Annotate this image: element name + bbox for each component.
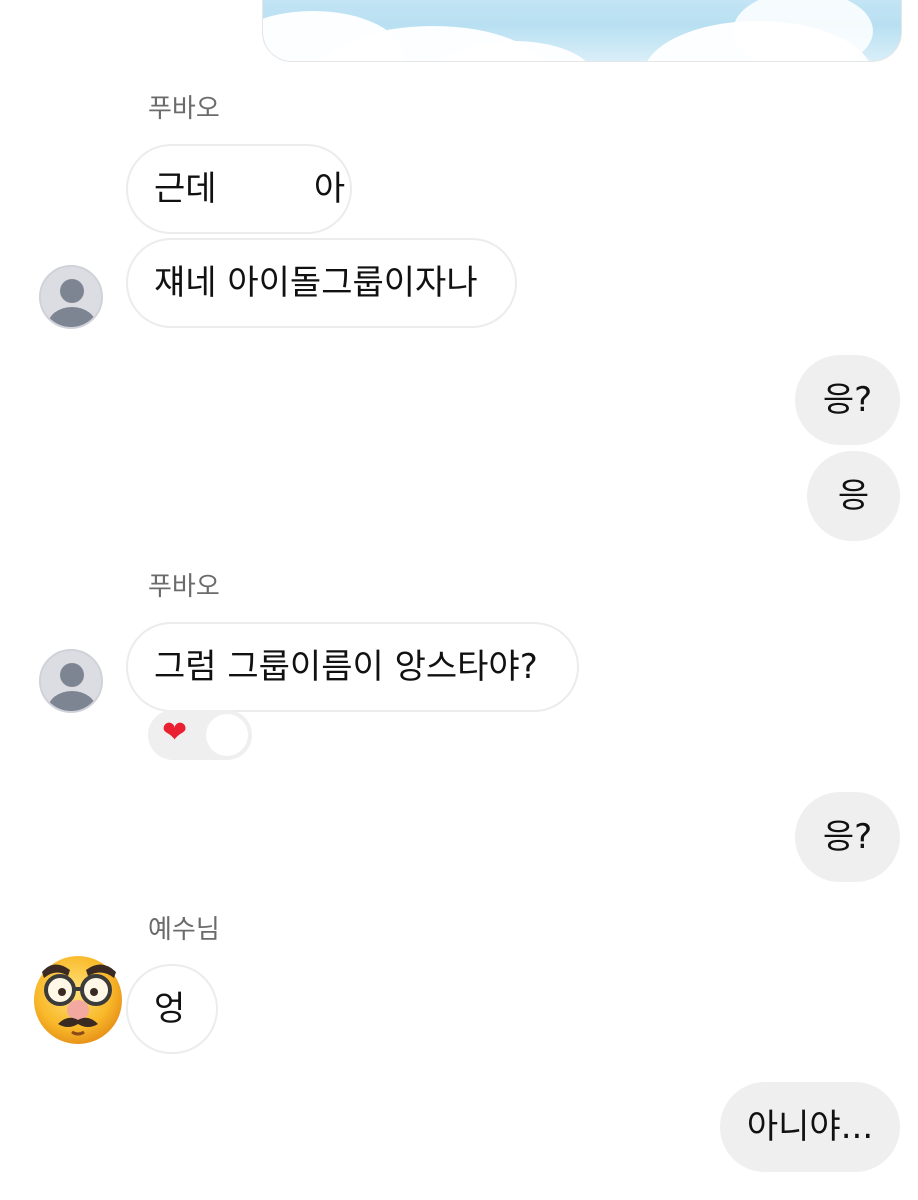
default-avatar[interactable] (39, 265, 103, 329)
person-silhouette-icon (60, 663, 84, 687)
message-text: 그럼 그룹이름이 앙스타야? (154, 647, 538, 687)
incoming-message[interactable]: 그럼 그룹이름이 앙스타야? (126, 622, 579, 712)
message-text: 엉 (154, 989, 186, 1029)
incoming-message[interactable]: 쟤네 아이돌그룹이자나 (126, 238, 517, 328)
message-text: 쟤네 아이돌그룹이자나 (154, 263, 478, 303)
outgoing-message[interactable]: 응? (795, 355, 900, 445)
message-text: 근데 아 (154, 169, 346, 209)
outgoing-message[interactable]: 아니야... (720, 1082, 900, 1172)
message-text: 응? (822, 817, 873, 857)
default-avatar[interactable] (39, 649, 103, 713)
disguised-face-icon[interactable] (30, 950, 126, 1046)
incoming-message[interactable]: 엉 (126, 964, 218, 1054)
outgoing-message[interactable]: 응? (795, 792, 900, 882)
person-silhouette-icon (60, 279, 84, 303)
red-heart-icon: ❤ (162, 715, 188, 750)
sender-name: 예수님 (148, 915, 220, 945)
sender-name: 푸바오 (148, 572, 220, 602)
message-text: 응 (837, 476, 870, 516)
message-text: 아니야... (746, 1107, 874, 1147)
reaction-badge[interactable]: ❤ (148, 710, 252, 760)
message-text: 응? (822, 380, 873, 420)
incoming-message[interactable]: 근데 아 (126, 144, 352, 234)
outgoing-message[interactable]: 응 (807, 451, 900, 541)
image-attachment[interactable] (262, 0, 902, 62)
sender-name: 푸바오 (148, 94, 220, 124)
